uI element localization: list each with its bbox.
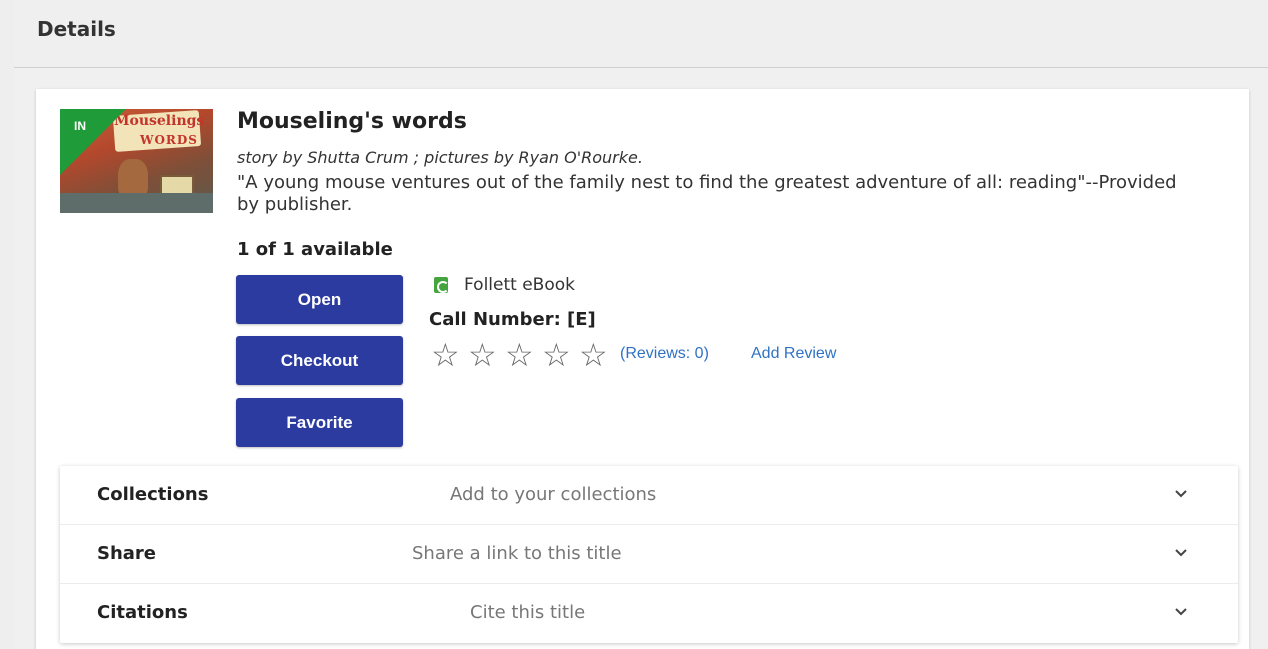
book-cover-image[interactable]: Mouselings WORDS IN [60,109,213,213]
availability-count: 1 of 1 available [237,239,393,260]
status-badge-label: IN [74,119,86,133]
chevron-down-icon[interactable] [1174,545,1188,559]
details-accordion: Collections Add to your collections Shar… [60,466,1238,643]
star-outline-icon[interactable]: ☆ [542,337,579,373]
format-info: Follett eBook [434,274,575,296]
chevron-down-icon[interactable] [1174,604,1188,618]
reviews-link[interactable]: (Reviews: 0) [620,345,709,363]
book-byline: story by Shutta Crum ; pictures by Ryan … [237,148,643,167]
details-panel: Details Mouselings WORDS IN Mouseling's … [14,0,1268,649]
book-summary: "A young mouse ventures out of the famil… [237,172,1177,215]
checkout-button[interactable]: Checkout [236,336,403,385]
star-outline-icon[interactable]: ☆ [468,337,505,373]
open-button[interactable]: Open [236,275,403,324]
star-outline-icon[interactable]: ☆ [505,337,542,373]
call-number: Call Number: [E] [429,309,596,330]
accordion-label: Collections [97,484,209,505]
star-outline-icon[interactable]: ☆ [431,337,468,373]
star-outline-icon[interactable]: ☆ [579,337,616,373]
accordion-label: Share [97,543,157,564]
accordion-label: Citations [97,602,188,623]
ebook-icon [434,277,449,293]
details-header: Details [14,0,1268,68]
chevron-down-icon[interactable] [1174,486,1188,500]
cover-title-line1: Mouselings [114,113,205,129]
availability-badge [60,109,126,175]
page-title: Details [37,17,116,41]
accordion-description: Share a link to this title [412,543,622,564]
accordion-description: Cite this title [470,602,586,623]
format-label: Follett eBook [464,275,575,295]
accordion-item-citations[interactable]: Citations Cite this title [60,584,1238,643]
accordion-item-share[interactable]: Share Share a link to this title [60,525,1238,584]
star-rating[interactable]: ☆ ☆ ☆ ☆ ☆ [431,337,616,373]
cover-floor [60,193,213,213]
cover-title-line2: WORDS [140,133,198,147]
book-title: Mouseling's words [237,109,467,134]
favorite-button[interactable]: Favorite [236,398,403,447]
accordion-description: Add to your collections [450,484,657,505]
add-review-link[interactable]: Add Review [751,345,836,363]
accordion-item-collections[interactable]: Collections Add to your collections [60,466,1238,525]
